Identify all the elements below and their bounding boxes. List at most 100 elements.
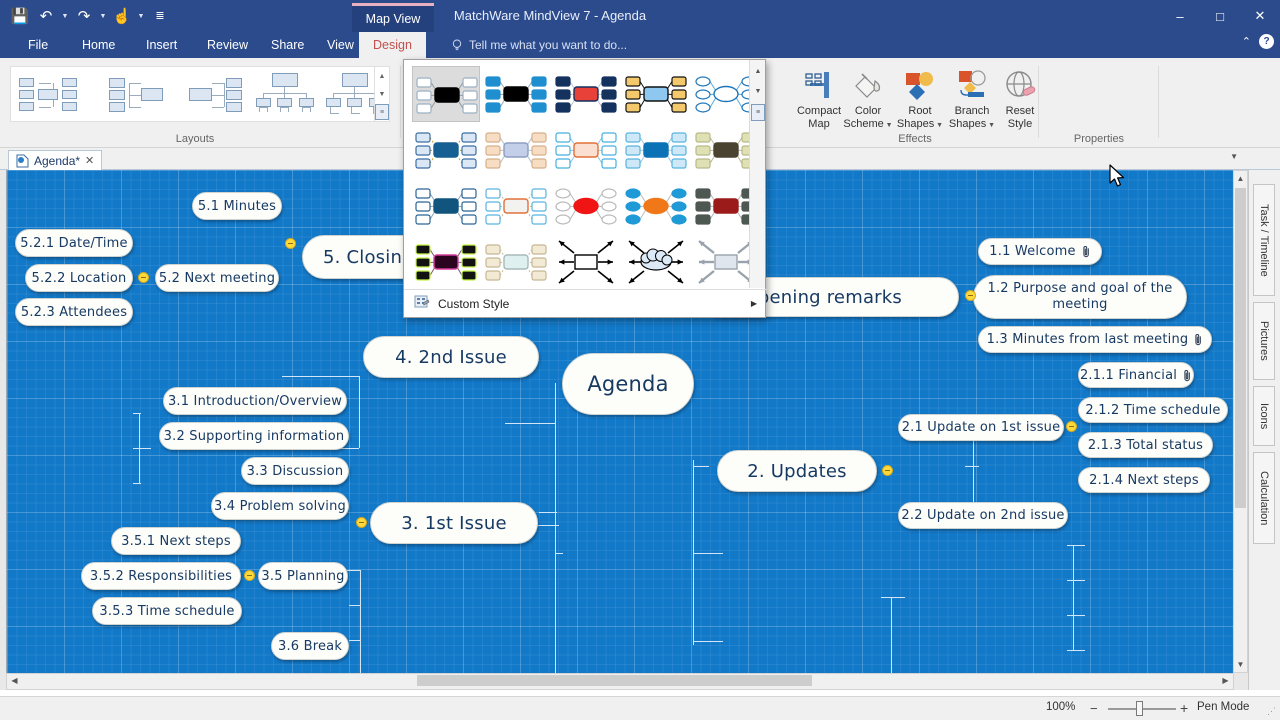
- style-arrow-cloud[interactable]: [622, 234, 690, 290]
- gallery-scroll-up-icon[interactable]: ▲: [751, 62, 765, 81]
- node-1-1-welcome[interactable]: 1.1 Welcome: [978, 238, 1102, 265]
- horizontal-scroll-thumb[interactable]: [417, 675, 812, 686]
- node-2-updates[interactable]: 2. Updates: [717, 450, 877, 492]
- touch-mode-dropdown-icon[interactable]: ▼: [136, 13, 146, 20]
- tab-review[interactable]: Review: [193, 32, 262, 58]
- node-3-3-discussion[interactable]: 3.3 Discussion: [241, 457, 349, 485]
- canvas-horizontal-scrollbar[interactable]: ◀ ▶: [6, 673, 1234, 690]
- style-light-coral[interactable]: [552, 122, 620, 178]
- node-3-4-problem-solving[interactable]: 3.4 Problem solving: [211, 492, 349, 520]
- gallery-more-icon[interactable]: ≡: [751, 104, 765, 121]
- root-node[interactable]: Agenda: [562, 353, 694, 415]
- save-icon[interactable]: 💾: [8, 3, 32, 29]
- submenu-arrow-icon[interactable]: ▶: [751, 299, 757, 308]
- style-gallery-dropdown[interactable]: ▲ ▼ ≡ Custom Style ▶: [403, 59, 1125, 318]
- layouts-scroll-down-icon[interactable]: ▼: [375, 86, 389, 103]
- style-cyan-deep[interactable]: [622, 122, 690, 178]
- style-cream-dotted[interactable]: [482, 234, 550, 290]
- style-pale-salmon[interactable]: [482, 178, 550, 234]
- branch-shapes-button[interactable]: Branch Shapes ▼: [947, 66, 997, 134]
- style-steel-blue[interactable]: [412, 122, 480, 178]
- node-2-1-3-total-status[interactable]: 2.1.3 Total status: [1078, 432, 1213, 458]
- layouts-scrollbar[interactable]: ▲ ▼ ≡: [374, 66, 390, 122]
- close-button[interactable]: ✕: [1240, 0, 1280, 32]
- style-orange-cyan[interactable]: [622, 178, 690, 234]
- chevron-down-icon[interactable]: ▼: [1230, 152, 1238, 161]
- tab-share[interactable]: Share: [257, 32, 318, 58]
- panel-tab-pictures[interactable]: Pictures: [1253, 302, 1275, 380]
- attachment-icon[interactable]: [1082, 245, 1091, 258]
- panel-tab-icons[interactable]: Icons: [1253, 386, 1275, 446]
- style-red-ellipse[interactable]: [552, 178, 620, 234]
- layout-thumb-top-down-org-chart[interactable]: [256, 71, 318, 119]
- layout-thumb-mind-map[interactable]: [17, 71, 79, 119]
- map-view-tab[interactable]: Map View: [352, 3, 434, 32]
- collapse-knob-2-updates[interactable]: [882, 465, 893, 476]
- panel-tab-calculation[interactable]: Calculation: [1253, 452, 1275, 544]
- style-neon-magenta[interactable]: [412, 234, 480, 290]
- node-5-2-next-meeting[interactable]: 5.2 Next meeting: [155, 264, 279, 292]
- attachment-icon[interactable]: [1183, 369, 1192, 382]
- node-1-3-minutes-from-last-meeting[interactable]: 1.3 Minutes from last meeting: [978, 326, 1212, 353]
- node-3-5-1-next-steps[interactable]: 3.5.1 Next steps: [111, 527, 241, 555]
- tab-design[interactable]: Design: [359, 32, 426, 58]
- tab-file[interactable]: File: [14, 32, 62, 58]
- node-3-1st-issue[interactable]: 3. 1st Issue: [370, 502, 538, 544]
- layout-thumb-left-map[interactable]: [105, 71, 167, 119]
- touch-mode-icon[interactable]: ☝: [110, 3, 134, 29]
- color-scheme-button[interactable]: Color Scheme ▼: [843, 66, 893, 134]
- scroll-left-icon[interactable]: ◀: [7, 674, 22, 687]
- node-2-1-update-on-1st-issue[interactable]: 2.1 Update on 1st issue: [898, 414, 1064, 441]
- collapse-knob-3-5[interactable]: [244, 570, 255, 581]
- root-shapes-caret-icon[interactable]: ▼: [934, 122, 943, 129]
- layouts-gallery[interactable]: [10, 66, 384, 122]
- node-5-2-3-attendees[interactable]: 5.2.3 Attendees: [15, 298, 133, 326]
- tell-me-search[interactable]: Tell me what you want to do...: [445, 32, 627, 58]
- style-blue-black[interactable]: [482, 66, 550, 122]
- maximize-button[interactable]: □: [1200, 0, 1240, 32]
- style-arrow-plain[interactable]: [552, 234, 620, 290]
- collapse-knob-3-1st-issue[interactable]: [356, 517, 367, 528]
- document-tab-agenda[interactable]: Agenda* ✕: [8, 150, 103, 170]
- scroll-right-icon[interactable]: ▶: [1218, 674, 1233, 687]
- collapse-ribbon-icon[interactable]: ⌃: [1242, 35, 1251, 48]
- node-4-2nd-issue[interactable]: 4. 2nd Issue: [363, 336, 539, 378]
- node-2-1-2-time-schedule[interactable]: 2.1.2 Time schedule: [1078, 397, 1228, 423]
- style-gallery-scrollbar[interactable]: ▲ ▼ ≡: [749, 60, 765, 288]
- node-5-2-1-datetime[interactable]: 5.2.1 Date/Time: [15, 229, 133, 257]
- collapse-knob-2-1[interactable]: [1066, 421, 1077, 432]
- node-3-5-planning[interactable]: 3.5 Planning: [258, 562, 348, 590]
- custom-style-menu-item[interactable]: Custom Style ▶: [404, 289, 767, 317]
- node-3-6-break[interactable]: 3.6 Break: [271, 632, 349, 660]
- zoom-slider-thumb[interactable]: [1136, 701, 1143, 716]
- style-tan-blue[interactable]: [622, 66, 690, 122]
- redo-dropdown-icon[interactable]: ▼: [98, 13, 108, 20]
- tab-home[interactable]: Home: [68, 32, 129, 58]
- compact-map-button[interactable]: Compact Map: [794, 66, 844, 134]
- minimize-button[interactable]: –: [1160, 0, 1200, 32]
- node-1-2-purpose-and-goal-of-the-meeting[interactable]: 1.2 Purpose and goal of the meeting: [973, 275, 1187, 319]
- panel-tab-task-timeline[interactable]: Task / Timeline: [1253, 184, 1275, 296]
- layouts-more-icon[interactable]: ≡: [375, 104, 389, 120]
- color-scheme-caret-icon[interactable]: ▼: [884, 122, 893, 129]
- zoom-in-button[interactable]: +: [1180, 700, 1188, 716]
- collapse-knob-1-opening[interactable]: [965, 290, 976, 301]
- pen-mode-button[interactable]: Pen Mode: [1197, 701, 1249, 713]
- undo-dropdown-icon[interactable]: ▼: [60, 13, 70, 20]
- customize-qat-icon[interactable]: ≣: [148, 3, 172, 29]
- canvas-vertical-scrollbar[interactable]: ▲ ▼: [1233, 170, 1248, 673]
- scroll-up-icon[interactable]: ▲: [1234, 171, 1247, 186]
- style-peach-lavender[interactable]: [482, 122, 550, 178]
- scroll-down-icon[interactable]: ▼: [1234, 657, 1247, 672]
- node-3-1-introduction-overview[interactable]: 3.1 Introduction/Overview: [163, 387, 347, 415]
- redo-icon[interactable]: ↷: [72, 3, 96, 29]
- collapse-knob-5-closing[interactable]: [285, 238, 296, 249]
- tab-insert[interactable]: Insert: [132, 32, 191, 58]
- node-3-5-2-responsibilities[interactable]: 3.5.2 Responsibilities: [81, 562, 241, 590]
- resize-grip-icon[interactable]: ⋰: [1267, 706, 1276, 717]
- node-2-1-1-financial[interactable]: 2.1.1 Financial: [1078, 362, 1194, 388]
- node-3-5-3-time-schedule[interactable]: 3.5.3 Time schedule: [92, 597, 242, 625]
- vertical-scroll-thumb[interactable]: [1235, 188, 1246, 508]
- branch-shapes-caret-icon[interactable]: ▼: [986, 122, 995, 129]
- undo-icon[interactable]: ↶: [34, 3, 58, 29]
